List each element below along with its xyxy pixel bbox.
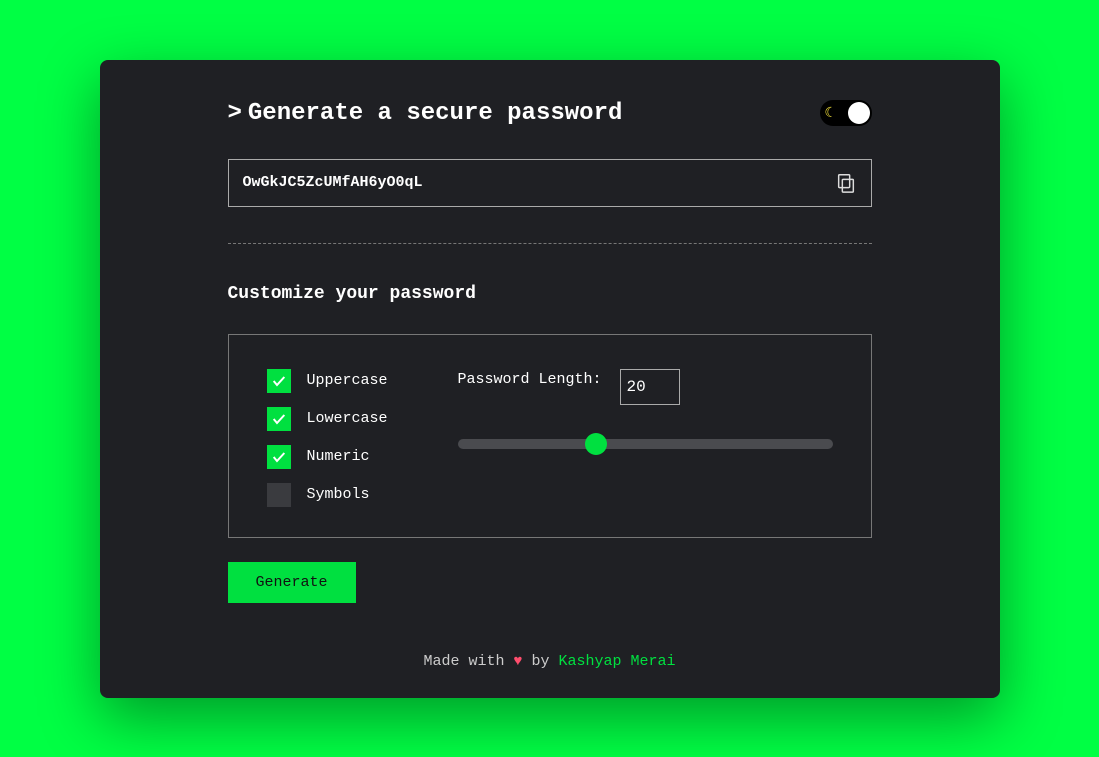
checkbox-box — [267, 483, 291, 507]
checkbox-label: Symbols — [307, 486, 370, 503]
footer-by: by — [522, 653, 558, 670]
checkbox-uppercase[interactable]: Uppercase — [267, 369, 388, 393]
theme-toggle[interactable]: ☾ — [820, 100, 872, 126]
generate-button[interactable]: Generate — [228, 562, 356, 603]
checkbox-numeric[interactable]: Numeric — [267, 445, 388, 469]
length-row: Password Length: — [458, 369, 833, 405]
checkbox-label: Lowercase — [307, 410, 388, 427]
checkbox-label: Uppercase — [307, 372, 388, 389]
header: >Generate a secure password ☾ — [228, 100, 872, 127]
checkbox-label: Numeric — [307, 448, 370, 465]
length-label: Password Length: — [458, 369, 602, 392]
checkbox-group: Uppercase Lowercase Numeric Symbols — [267, 369, 388, 507]
checkbox-symbols[interactable]: Symbols — [267, 483, 388, 507]
footer-author-link[interactable]: Kashyap Merai — [559, 653, 676, 670]
footer: Made with ♥ by Kashyap Merai — [228, 653, 872, 670]
length-slider[interactable] — [458, 439, 833, 449]
divider — [228, 243, 872, 244]
checkbox-box — [267, 369, 291, 393]
toggle-knob — [848, 102, 870, 124]
options-box: Uppercase Lowercase Numeric Symbols Pass… — [228, 334, 872, 538]
slider-thumb[interactable] — [585, 433, 607, 455]
title-prompt: > — [228, 100, 242, 127]
checkbox-box — [267, 445, 291, 469]
footer-prefix: Made with — [423, 653, 513, 670]
generated-password: OwGkJC5ZcUMfAH6yO0qL — [243, 174, 423, 191]
copy-icon[interactable] — [835, 172, 857, 194]
password-output: OwGkJC5ZcUMfAH6yO0qL — [228, 159, 872, 207]
title-text: Generate a secure password — [248, 100, 622, 127]
app-card: >Generate a secure password ☾ OwGkJC5ZcU… — [100, 60, 1000, 698]
length-section: Password Length: — [458, 369, 833, 507]
moon-icon: ☾ — [825, 105, 833, 122]
customize-title: Customize your password — [228, 284, 872, 304]
checkbox-box — [267, 407, 291, 431]
page-title: >Generate a secure password — [228, 100, 623, 127]
checkbox-lowercase[interactable]: Lowercase — [267, 407, 388, 431]
length-input[interactable] — [620, 369, 680, 405]
